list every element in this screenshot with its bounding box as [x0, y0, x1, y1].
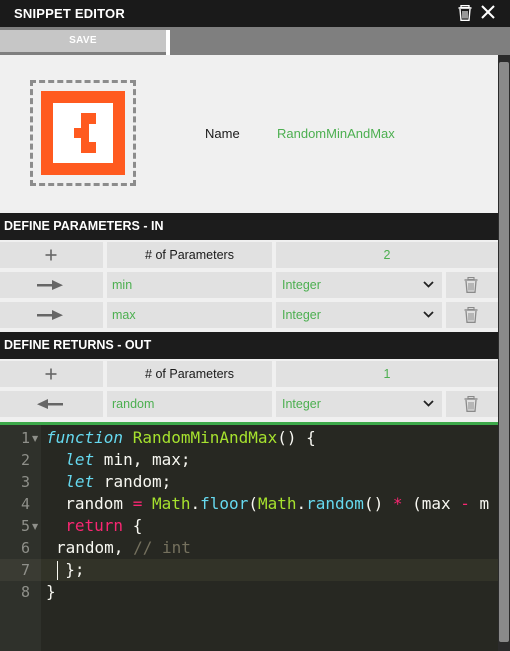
param-count-field[interactable]: 2: [276, 242, 498, 268]
arrow-right-icon: [37, 280, 63, 290]
code-keyword: function: [46, 428, 124, 447]
returns-out-header: DEFINE RETURNS - OUT: [0, 332, 498, 359]
code-method: floor: [200, 494, 249, 513]
code-text: }: [46, 582, 56, 601]
save-button[interactable]: SAVE: [0, 30, 166, 52]
line-number: 8: [20, 583, 30, 601]
code-function-name: RandomMinAndMax: [132, 428, 278, 447]
fold-arrow-icon[interactable]: ▼: [32, 434, 38, 443]
line-number: 4: [20, 495, 30, 513]
param-row-handle[interactable]: [0, 302, 103, 328]
code-text: };: [65, 560, 85, 579]
code-line: }: [46, 582, 56, 601]
arrow-left-icon: [37, 399, 63, 409]
code-method: random: [306, 494, 364, 513]
code-text: (: [248, 494, 258, 513]
delete-param-button[interactable]: [446, 272, 498, 298]
window-title: SNIPPET EDITOR: [14, 6, 125, 21]
code-text: random,: [56, 538, 134, 557]
toolbar-divider: [166, 30, 170, 55]
return-row-handle[interactable]: [0, 391, 103, 417]
param-name-field[interactable]: max: [107, 302, 272, 328]
param-row-handle[interactable]: [0, 272, 103, 298]
toolbar: SAVE: [0, 27, 510, 55]
code-text: random: [65, 494, 133, 513]
close-icon[interactable]: [480, 4, 496, 20]
line-number: 2: [20, 451, 30, 469]
param-type-value: Integer: [282, 278, 321, 292]
code-text: {: [123, 516, 143, 535]
params-in-header: DEFINE PARAMETERS - IN: [0, 213, 498, 240]
active-line-highlight: [41, 559, 498, 581]
code-text: .: [190, 494, 201, 513]
trash-icon: [464, 277, 478, 293]
code-line: random, // int: [56, 538, 191, 557]
app-logo: [41, 91, 125, 175]
return-type-value: Integer: [282, 397, 321, 411]
code-line: let min, max;: [46, 450, 191, 469]
return-count-label: # of Parameters: [107, 361, 272, 387]
return-count-field[interactable]: 1: [276, 361, 498, 387]
code-comment: // int: [133, 538, 191, 557]
title-bar: SNIPPET EDITOR: [0, 0, 510, 27]
param-name-field[interactable]: min: [107, 272, 272, 298]
line-number: 3: [20, 473, 30, 491]
code-text: (max: [402, 494, 461, 513]
line-number: 6: [20, 539, 30, 557]
add-icon: [45, 249, 57, 261]
code-text: min, max;: [94, 450, 191, 469]
code-text: () {: [277, 428, 316, 447]
add-param-button[interactable]: [0, 242, 103, 268]
delete-return-button[interactable]: [446, 391, 498, 417]
line-number: 5: [20, 517, 30, 535]
code-text: .: [296, 494, 307, 513]
code-line: return {: [46, 516, 142, 535]
chevron-down-icon: [423, 281, 434, 288]
snippet-properties-panel: Name RandomMinAndMax DEFINE PARAMETERS -…: [0, 55, 498, 422]
code-builtin: Math: [151, 494, 191, 513]
code-builtin: Math: [257, 494, 297, 513]
param-type-select[interactable]: Integer: [276, 302, 442, 328]
scrollbar-thumb[interactable]: [499, 62, 509, 642]
line-number: 1: [20, 429, 30, 447]
param-count-label: # of Parameters: [107, 242, 272, 268]
return-type-select[interactable]: Integer: [276, 391, 442, 417]
arrow-right-icon: [37, 310, 63, 320]
code-line: let random;: [46, 472, 171, 491]
param-type-value: Integer: [282, 308, 321, 322]
code-text: random;: [94, 472, 172, 491]
chevron-down-icon: [423, 311, 434, 318]
param-type-select[interactable]: Integer: [276, 272, 442, 298]
code-operator: -: [460, 494, 470, 513]
trash-icon: [464, 307, 478, 323]
chevron-down-icon: [423, 400, 434, 407]
code-keyword: let: [65, 472, 95, 491]
trash-icon: [464, 396, 478, 412]
code-operator: =: [132, 494, 143, 513]
code-line: };: [46, 560, 85, 579]
code-text: (): [363, 494, 393, 513]
code-line: function RandomMinAndMax() {: [46, 428, 316, 447]
logo-drop-zone[interactable]: [30, 80, 136, 186]
name-label: Name: [205, 126, 240, 141]
code-keyword: let: [65, 450, 95, 469]
trash-icon[interactable]: [458, 5, 472, 21]
code-line: random = Math.floor(Math.random() * (max…: [46, 494, 489, 513]
return-name-field[interactable]: random: [107, 391, 272, 417]
snippet-name-field[interactable]: RandomMinAndMax: [277, 126, 395, 141]
add-return-button[interactable]: [0, 361, 103, 387]
fold-arrow-icon[interactable]: ▼: [32, 522, 38, 531]
line-number: 7: [20, 561, 30, 579]
delete-param-button[interactable]: [446, 302, 498, 328]
code-keyword: return: [65, 516, 124, 535]
text-cursor: [57, 561, 58, 580]
code-text: m: [469, 494, 490, 513]
code-editor[interactable]: 1 ▼ 2 3 4 5 ▼ 6 7 8 function RandomMinAn…: [0, 422, 498, 651]
add-icon: [45, 368, 57, 380]
